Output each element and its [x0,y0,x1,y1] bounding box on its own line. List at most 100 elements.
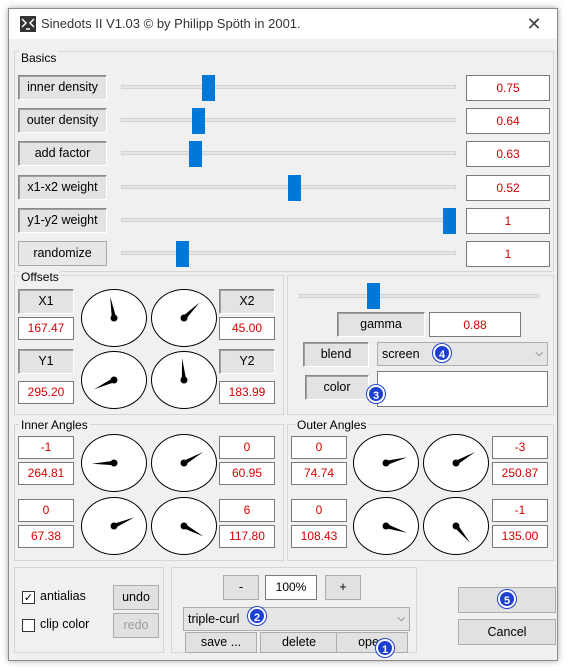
gamma-slider-track[interactable] [299,294,539,298]
dial-hub [180,522,188,530]
basics-slider-track-1[interactable] [121,118,456,122]
basics-value-2[interactable]: 0.63 [466,141,550,167]
dial-hub [452,522,460,530]
gamma-value[interactable]: 0.88 [429,312,521,337]
inner-angles-label: Inner Angles [19,418,90,432]
y2-value[interactable]: 183.99 [219,381,275,404]
window-title: Sinedots II V1.03 © by Philipp Spöth in … [41,16,301,31]
basics-slider-thumb-1[interactable] [191,108,205,134]
x2-label: X2 [219,289,275,314]
blend-select-value: screen [382,347,420,361]
basics-label-0: inner density [18,75,107,100]
preset-select[interactable]: triple-curl ⌵ [183,607,410,631]
basics-slider-track-0[interactable] [121,85,456,89]
outer-d-top[interactable]: -1 [492,499,548,522]
antialias-label[interactable]: antialias [40,589,86,603]
inner-d-top[interactable]: 6 [219,499,275,522]
x2-value[interactable]: 45.00 [219,317,275,340]
chevron-down-icon: ⌵ [535,348,543,359]
inner-d-value[interactable]: 117.80 [219,525,275,548]
inner-c-value[interactable]: 67.38 [18,525,74,548]
y2-label: Y2 [219,349,275,374]
inner-d-dial[interactable] [151,497,217,555]
color-label: color [305,375,369,400]
basics-slider-track-2[interactable] [121,151,456,155]
annotation-badge-1: 1 [376,639,394,657]
app-icon [20,16,36,32]
gamma-slider-thumb[interactable] [367,283,381,309]
inner-a-dial[interactable] [81,434,147,492]
outer-b-value[interactable]: 250.87 [492,462,548,485]
undo-button[interactable]: undo [113,585,159,610]
close-icon[interactable]: ✕ [519,12,549,36]
outer-b-dial[interactable] [423,434,489,492]
x2-dial[interactable] [151,289,217,347]
y1-dial[interactable] [81,351,147,409]
dial-hub [382,459,390,467]
outer-c-top[interactable]: 0 [291,499,347,522]
inner-c-dial[interactable] [81,497,147,555]
redo-button[interactable]: redo [113,613,159,638]
inner-b-dial[interactable] [151,434,217,492]
dial-hub [110,314,118,322]
annotation-badge-5: 5 [498,590,516,608]
outer-d-dial[interactable] [423,497,489,555]
basics-label-2: add factor [18,141,107,166]
y2-dial[interactable] [151,351,217,409]
y1-value[interactable]: 295.20 [18,381,74,404]
basics-slider-thumb-3[interactable] [288,175,302,201]
basics-value-3[interactable]: 0.52 [466,175,550,201]
blend-select[interactable]: screen ⌵ [377,342,548,366]
zoom-in-button[interactable]: + [325,575,361,600]
inner-b-value[interactable]: 60.95 [219,462,275,485]
annotation-badge-2: 2 [248,607,266,625]
basics-value-4[interactable]: 1 [466,208,550,234]
x1-value[interactable]: 167.47 [18,317,74,340]
color-swatch[interactable] [377,371,548,407]
outer-b-top[interactable]: -3 [492,436,548,459]
basics-slider-thumb-4[interactable] [443,208,456,234]
inner-c-top[interactable]: 0 [18,499,74,522]
zoom-out-button[interactable]: - [223,575,259,600]
dial-hub [180,314,188,322]
basics-slider-thumb-0[interactable] [201,75,215,101]
outer-c-value[interactable]: 108.43 [291,525,347,548]
chevron-down-icon: ⌵ [397,613,405,624]
inner-b-top[interactable]: 0 [219,436,275,459]
cancel-button[interactable]: Cancel [458,619,556,645]
basics-value-1[interactable]: 0.64 [466,108,550,134]
x1-label: X1 [18,289,74,314]
basics-slider-track-4[interactable] [121,218,456,222]
dialog-window: Sinedots II V1.03 © by Philipp Spöth in … [8,8,558,661]
clip-color-checkbox[interactable] [22,619,35,632]
outer-c-dial[interactable] [353,497,419,555]
antialias-checkbox[interactable]: ✓ [22,591,35,604]
inner-a-value[interactable]: 264.81 [18,462,74,485]
dial-hub [180,459,188,467]
annotation-badge-4: 4 [433,344,451,362]
inner-a-top[interactable]: -1 [18,436,74,459]
title-bar: Sinedots II V1.03 © by Philipp Spöth in … [9,9,557,39]
outer-d-value[interactable]: 135.00 [492,525,548,548]
clip-color-label[interactable]: clip color [40,617,89,631]
basics-slider-thumb-5[interactable] [175,241,189,267]
annotation-badge-3: 3 [367,385,385,403]
basics-label-1: outer density [18,108,107,133]
basics-slider-track-5[interactable] [121,251,456,255]
outer-a-value[interactable]: 74.74 [291,462,347,485]
options-group [14,567,164,653]
save-button[interactable]: save ... [185,632,257,653]
open-button[interactable]: open [336,632,408,653]
randomize-button[interactable]: randomize [18,241,107,266]
basics-label-4: y1-y2 weight [18,208,107,233]
outer-a-dial[interactable] [353,434,419,492]
basics-value-0[interactable]: 0.75 [466,75,550,101]
basics-slider-thumb-2[interactable] [188,141,202,167]
outer-angles-label: Outer Angles [295,418,369,432]
preset-select-value: triple-curl [188,612,240,626]
x1-dial[interactable] [81,289,147,347]
delete-button[interactable]: delete [260,632,338,653]
basics-value-5[interactable]: 1 [466,241,550,267]
blend-label: blend [303,342,369,367]
outer-a-top[interactable]: 0 [291,436,347,459]
